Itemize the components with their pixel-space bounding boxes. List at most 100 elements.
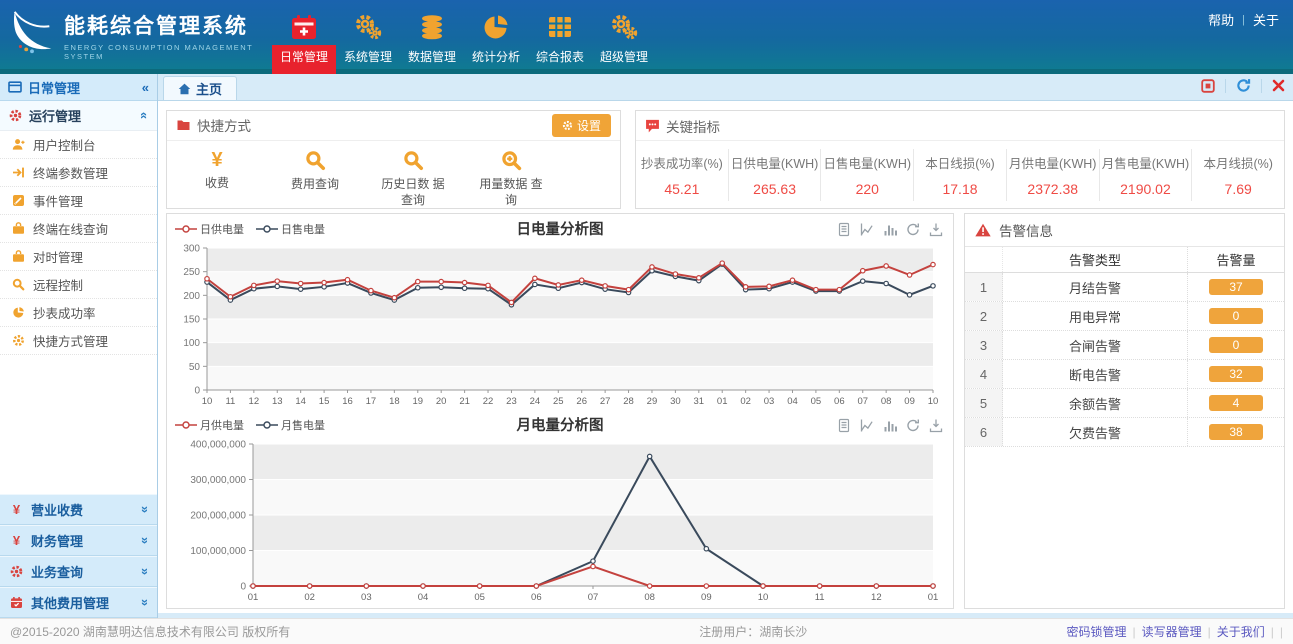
alarm-count-badge[interactable]: 32 — [1209, 366, 1263, 382]
toolbox-bar-icon[interactable] — [883, 418, 897, 433]
nav-item-data-management[interactable]: 数据管理 — [400, 9, 464, 69]
legend-monthly-supply[interactable]: 月供电量 — [175, 417, 244, 433]
calendar-check-icon — [10, 596, 23, 609]
legend-daily-sale[interactable]: 日售电量 — [256, 221, 325, 237]
exit-fullscreen-icon[interactable] — [1201, 79, 1215, 93]
table-row[interactable]: 5 余额告警 4 — [965, 389, 1284, 418]
header-divider: | — [1242, 14, 1245, 26]
settings-button[interactable]: 设置 — [552, 114, 611, 137]
refresh-icon[interactable] — [1236, 78, 1251, 93]
folder-icon — [176, 119, 191, 131]
home-icon — [178, 83, 191, 95]
daily-chart-plot[interactable]: 0501001502002503001011121314151617181920… — [173, 242, 947, 408]
sidebar-section-other-fees-management[interactable]: 其他费用管理 « — [0, 587, 157, 618]
toolbox-line-icon[interactable] — [860, 418, 874, 433]
metric-value: 45.21 — [664, 181, 699, 197]
close-icon[interactable] — [1272, 79, 1285, 92]
sidebar-item-terminal-parameters[interactable]: 终端参数管理 — [0, 159, 157, 187]
metric-value: 17.18 — [942, 181, 977, 197]
alarm-col-type: 告警类型 — [1003, 247, 1188, 272]
settings-label: 设置 — [577, 117, 601, 134]
sidebar-section-finance-management[interactable]: ¥ 财务管理 « — [0, 525, 157, 556]
gear-icon — [12, 334, 25, 347]
nav-label: 系统管理 — [336, 45, 400, 69]
shortcut-usage-data-query[interactable]: 用量数据 查询 — [475, 149, 547, 208]
arrow-in-icon — [12, 166, 25, 179]
nav-item-statistics-analysis[interactable]: 统计分析 — [464, 9, 528, 69]
sidebar-item-meter-reading-success-rate[interactable]: 抄表成功率 — [0, 299, 157, 327]
sidebar-item-user-console[interactable]: 用户控制台 — [0, 131, 157, 159]
toolbox-download-icon[interactable] — [929, 222, 943, 237]
toolbox-dataview-icon[interactable] — [837, 222, 851, 237]
tab-home[interactable]: 主页 — [163, 76, 237, 100]
svg-text:21: 21 — [459, 396, 470, 407]
chevron-down-icon: « — [136, 599, 151, 606]
svg-text:12: 12 — [249, 396, 260, 407]
svg-text:29: 29 — [647, 396, 658, 407]
sidebar-item-terminal-online-query[interactable]: 终端在线查询 — [0, 215, 157, 243]
svg-text:300,000,000: 300,000,000 — [190, 475, 246, 486]
row-index: 4 — [965, 360, 1003, 388]
metric-monthly-sale: 月售电量(KWH) 2190.02 — [1100, 149, 1193, 201]
toolbox-download-icon[interactable] — [929, 418, 943, 433]
table-row[interactable]: 3 合闸告警 0 — [965, 331, 1284, 360]
table-row[interactable]: 2 用电异常 0 — [965, 302, 1284, 331]
legend-monthly-sale[interactable]: 月售电量 — [256, 417, 325, 433]
help-link[interactable]: 帮助 — [1208, 10, 1234, 29]
sidebar-item-time-sync-management[interactable]: 对时管理 — [0, 243, 157, 271]
toolbox-dataview-icon[interactable] — [837, 418, 851, 433]
gear-icon — [562, 120, 573, 131]
toolbox-restore-icon[interactable] — [906, 222, 920, 237]
alarm-count-badge[interactable]: 38 — [1209, 424, 1263, 440]
row-index: 5 — [965, 389, 1003, 417]
sidebar-item-event-management[interactable]: 事件管理 — [0, 187, 157, 215]
operation-icon — [9, 109, 22, 122]
briefcase-icon — [12, 222, 25, 235]
alarm-type: 欠费告警 — [1003, 418, 1188, 446]
shortcut-charge[interactable]: ¥ 收费 — [181, 149, 253, 191]
nav-item-comprehensive-reports[interactable]: 综合报表 — [528, 9, 592, 69]
home-content: 快捷方式 设置 ¥ 收费 费 — [158, 101, 1293, 618]
about-link[interactable]: 关于 — [1253, 10, 1279, 29]
table-row[interactable]: 4 断电告警 32 — [965, 360, 1284, 389]
alarm-count-badge[interactable]: 37 — [1209, 279, 1263, 295]
toolbox-line-icon[interactable] — [860, 222, 874, 237]
alarm-info-panel: 告警信息 告警类型 告警量 1 月结告警 37 — [964, 213, 1285, 609]
nav-label: 日常管理 — [272, 45, 336, 69]
table-row[interactable]: 6 欠费告警 38 — [965, 418, 1284, 447]
svg-text:50: 50 — [189, 362, 201, 373]
reader-management-link[interactable]: 读写器管理 — [1142, 623, 1202, 640]
monthly-chart-plot[interactable]: 0100,000,000200,000,000300,000,000400,00… — [173, 438, 947, 604]
about-us-link[interactable]: 关于我们 — [1217, 623, 1265, 640]
sidebar-section-operation-management[interactable]: 运行管理 « — [0, 101, 157, 131]
shortcut-fee-query[interactable]: 费用查询 — [279, 149, 351, 192]
gears-icon — [354, 9, 382, 45]
sidebar-item-remote-control[interactable]: 远程控制 — [0, 271, 157, 299]
shortcut-history-daily-data-query[interactable]: 历史日数 据查询 — [377, 149, 449, 208]
toolbox-bar-icon[interactable] — [883, 222, 897, 237]
alarm-count-badge[interactable]: 0 — [1209, 337, 1263, 353]
password-lock-management-link[interactable]: 密码锁管理 — [1066, 623, 1126, 640]
tab-bar: 主页 — [158, 74, 1293, 101]
svg-text:04: 04 — [787, 396, 798, 407]
alarm-table-header: 告警类型 告警量 — [965, 246, 1284, 273]
nav-item-system-management[interactable]: 系统管理 — [336, 9, 400, 69]
alarm-count-badge[interactable]: 0 — [1209, 308, 1263, 324]
toolbox-restore-icon[interactable] — [906, 418, 920, 433]
alarm-col-count: 告警量 — [1188, 250, 1284, 269]
nav-item-super-management[interactable]: 超级管理 — [592, 9, 656, 69]
table-row[interactable]: 1 月结告警 37 — [965, 273, 1284, 302]
nav-item-daily-management[interactable]: 日常管理 — [272, 9, 336, 69]
chevron-down-icon: « — [136, 537, 151, 544]
tab-label: 主页 — [196, 79, 222, 98]
row-index: 2 — [965, 302, 1003, 330]
alarm-count-badge[interactable]: 4 — [1209, 395, 1263, 411]
legend-daily-supply[interactable]: 日供电量 — [175, 221, 244, 237]
sidebar-item-shortcut-management[interactable]: 快捷方式管理 — [0, 327, 157, 355]
table-icon — [546, 9, 574, 45]
sidebar-section-business-query[interactable]: 业务查询 « — [0, 556, 157, 587]
metric-daily-line-loss: 本日线损(%) 17.18 — [914, 149, 1007, 201]
sidebar-section-label: 运行管理 — [29, 106, 81, 125]
sidebar-collapse-button[interactable]: « — [142, 80, 149, 95]
sidebar-section-business-charging[interactable]: ¥ 营业收费 « — [0, 494, 157, 525]
